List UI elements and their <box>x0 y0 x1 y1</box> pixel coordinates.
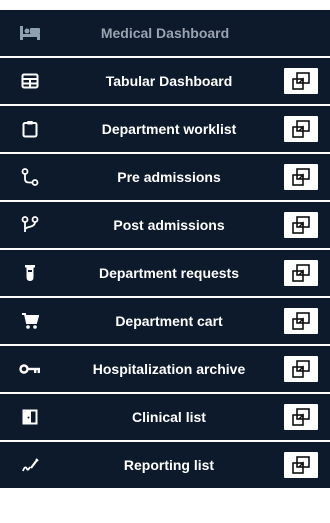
open-in-new-window-icon <box>292 312 310 330</box>
open-in-new-window-icon <box>292 168 310 186</box>
open-in-new-window-icon <box>292 120 310 138</box>
door-icon <box>0 394 60 440</box>
menu-item-department-requests[interactable]: Department requests <box>0 250 330 296</box>
clipboard-icon <box>0 106 60 152</box>
menu-header: Medical Dashboard <box>0 10 330 56</box>
menu-item-label: Pre admissions <box>117 169 221 185</box>
route-icon <box>0 154 60 200</box>
open-in-new-window-button[interactable] <box>284 116 318 142</box>
open-in-new-window-button[interactable] <box>284 308 318 334</box>
menu-item-tabular-dashboard[interactable]: Tabular Dashboard <box>0 58 330 104</box>
open-in-new-window-button[interactable] <box>284 260 318 286</box>
menu-item-clinical-list[interactable]: Clinical list <box>0 394 330 440</box>
table-icon <box>0 58 60 104</box>
menu-item-department-worklist[interactable]: Department worklist <box>0 106 330 152</box>
cart-icon <box>0 298 60 344</box>
open-in-new-window-icon <box>292 216 310 234</box>
open-in-new-window-button[interactable] <box>284 164 318 190</box>
open-in-new-window-button[interactable] <box>284 68 318 94</box>
menu-item-label: Clinical list <box>132 409 206 425</box>
menu-item-hospitalization-archive[interactable]: Hospitalization archive <box>0 346 330 392</box>
menu-item-label: Department cart <box>115 313 223 329</box>
bed-icon <box>0 10 60 56</box>
menu-item-department-cart[interactable]: Department cart <box>0 298 330 344</box>
key-icon <box>0 346 60 392</box>
open-in-new-window-button[interactable] <box>284 452 318 478</box>
open-in-new-window-icon <box>292 408 310 426</box>
menu-item-label: Hospitalization archive <box>92 361 246 377</box>
test-tube-icon <box>0 250 60 296</box>
sidebar-menu: Medical Dashboard Tabular Dashboard Depa… <box>0 0 330 523</box>
open-in-new-window-icon <box>292 264 310 282</box>
open-in-new-window-icon <box>292 72 310 90</box>
menu-title: Medical Dashboard <box>100 25 230 41</box>
menu-item-label: Tabular Dashboard <box>105 73 233 89</box>
open-in-new-window-icon <box>292 360 310 378</box>
menu-item-post-admissions[interactable]: Post admissions <box>0 202 330 248</box>
open-in-new-window-button[interactable] <box>284 404 318 430</box>
menu-item-label: Post admissions <box>113 217 225 233</box>
menu-item-reporting-list[interactable]: Reporting list <box>0 442 330 488</box>
menu-item-label: Department worklist <box>101 121 237 137</box>
open-in-new-window-button[interactable] <box>284 212 318 238</box>
branch-icon <box>0 202 60 248</box>
open-in-new-window-icon <box>292 456 310 474</box>
menu-item-label: Reporting list <box>123 457 215 473</box>
signature-icon <box>0 442 60 488</box>
menu-item-pre-admissions[interactable]: Pre admissions <box>0 154 330 200</box>
menu-item-label: Department requests <box>98 265 240 281</box>
open-in-new-window-button[interactable] <box>284 356 318 382</box>
